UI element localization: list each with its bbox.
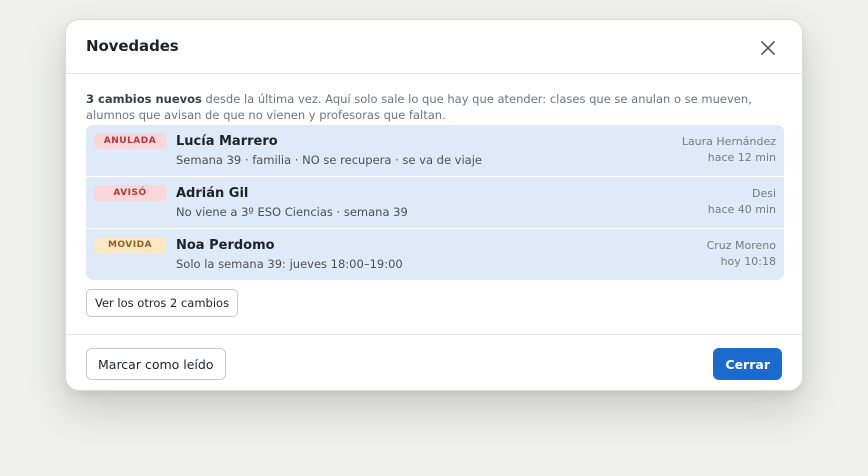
change-author: Cruz Moreno <box>706 239 776 252</box>
change-time: hoy 10:18 <box>720 255 776 268</box>
change-detail: Semana 39 · familia · NO se recupera · s… <box>176 153 483 167</box>
change-time: hace 12 min <box>707 151 776 164</box>
changes-list: ANULADA Lucía Marrero Semana 39 · famili… <box>86 125 784 281</box>
close-dialog-button[interactable]: Cerrar <box>713 348 782 380</box>
change-row[interactable]: MOVIDA Noa Perdomo Solo la semana 39: ju… <box>86 229 784 280</box>
intro-count: 3 cambios nuevos <box>86 92 202 106</box>
close-button[interactable] <box>754 34 782 62</box>
student-name: Lucía Marrero <box>176 134 278 149</box>
status-badge: AVISÓ <box>94 185 166 201</box>
change-row[interactable]: AVISÓ Adrián Gil No viene a 3º ESO Cienc… <box>86 177 784 228</box>
news-dialog: Novedades 3 cambios nuevos desde la últi… <box>65 19 803 391</box>
dialog-title: Novedades <box>86 37 179 55</box>
dialog-footer: Marcar como leído Cerrar <box>66 334 802 390</box>
mark-as-read-button[interactable]: Marcar como leído <box>86 348 226 380</box>
close-icon <box>761 41 775 55</box>
change-time: hace 40 min <box>707 203 776 216</box>
change-row[interactable]: ANULADA Lucía Marrero Semana 39 · famili… <box>86 125 784 176</box>
student-name: Adrián Gil <box>176 186 249 201</box>
change-author: Laura Hernández <box>681 135 776 148</box>
student-name: Noa Perdomo <box>176 238 275 253</box>
show-more-changes-button[interactable]: Ver los otros 2 cambios <box>86 289 239 317</box>
change-detail: Solo la semana 39: jueves 18:00–19:00 <box>176 257 403 271</box>
change-detail: No viene a 3º ESO Ciencias · semana 39 <box>176 205 408 219</box>
dialog-intro: 3 cambios nuevos desde la última vez. Aq… <box>86 91 786 123</box>
status-badge: ANULADA <box>94 133 166 149</box>
dialog-header: Novedades <box>66 20 802 74</box>
status-badge: MOVIDA <box>94 237 166 253</box>
change-author: Desi <box>751 187 776 200</box>
